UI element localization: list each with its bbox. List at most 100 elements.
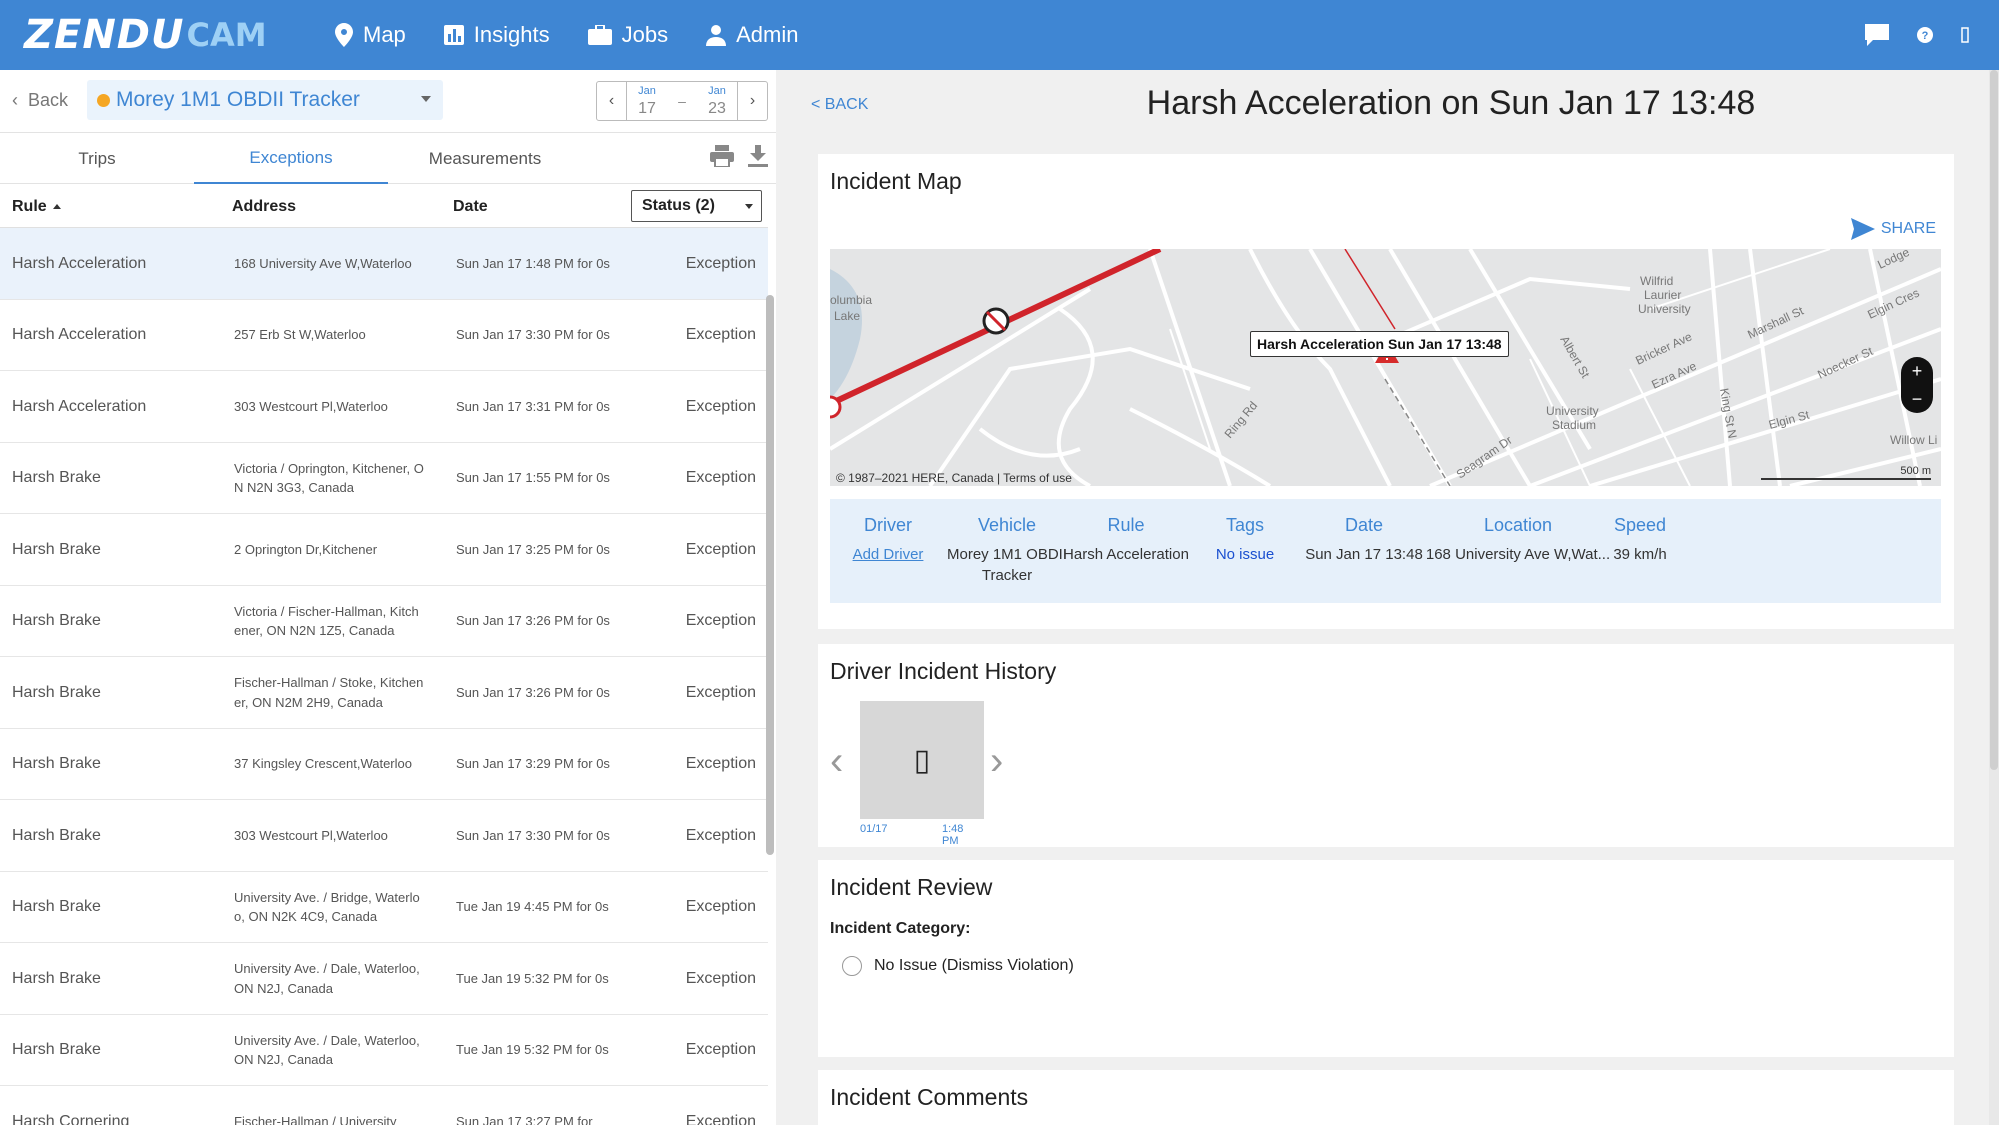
row-date: Sun Jan 17 3:26 PM for 0s	[456, 684, 610, 700]
row-status: Exception	[685, 683, 756, 701]
table-row[interactable]: Harsh Brake University Ave. / Bridge, Wat…	[0, 871, 768, 943]
row-status: Exception	[685, 969, 756, 987]
rule-header-label: Rule	[12, 198, 47, 215]
table-row[interactable]: Harsh Brake Victoria / Oprington, Kitchen…	[0, 442, 768, 514]
nav-item-admin[interactable]: Admin	[706, 22, 798, 48]
chevron-left-icon: ‹	[12, 90, 18, 110]
vehicle-name: Morey 1M1 OBDII Tracker	[116, 88, 360, 111]
date-prev-button[interactable]: ‹	[597, 82, 627, 120]
download-icon[interactable]	[748, 145, 768, 167]
zoom-out-button[interactable]: −	[1901, 385, 1933, 413]
table-row[interactable]: Harsh Cornering Fischer-Hallman / Univers…	[0, 1086, 768, 1125]
incident-map[interactable]: olumbia Lake Wilfrid Laurier University …	[830, 249, 1941, 486]
row-address: 2 Oprington Dr,Kitchener	[234, 541, 378, 557]
table-row[interactable]: Harsh Acceleration 168 University Ave W,W…	[0, 228, 768, 300]
row-status: Exception	[685, 898, 756, 915]
list-scrollbar[interactable]	[766, 295, 774, 855]
chevron-left-icon: ‹	[608, 92, 615, 109]
table-header: Rule Address Date Status (2)	[0, 184, 768, 228]
video-placeholder-icon: ▯	[913, 743, 931, 777]
help-icon[interactable]: ?	[1917, 27, 1933, 43]
no-issue-radio[interactable]	[842, 956, 862, 976]
info-label: Speed	[1613, 515, 1667, 535]
table-row[interactable]: Harsh Acceleration 303 Westcourt Pl,Water…	[0, 371, 768, 443]
row-rule: Harsh Brake	[12, 469, 101, 486]
column-header-rule[interactable]: Rule	[12, 198, 61, 216]
table-row[interactable]: Harsh Brake 303 Westcourt Pl,Waterloo Sun …	[0, 800, 768, 872]
tab-tools	[710, 145, 768, 167]
menu-icon[interactable]	[1961, 27, 1969, 43]
tab-measurements[interactable]: Measurements	[388, 133, 582, 184]
table-row[interactable]: Harsh Brake University Ave. / Dale, Water…	[0, 1014, 768, 1086]
chevron-left-icon[interactable]: ‹	[830, 739, 843, 784]
info-date: Date Sun Jan 17 13:48	[1284, 515, 1444, 565]
nav-item-map[interactable]: Map	[335, 22, 406, 48]
status-filter-dropdown[interactable]: Status (2)	[631, 190, 762, 222]
info-value: 39 km/h	[1613, 546, 1667, 563]
back-button[interactable]: ‹ Back	[12, 90, 68, 111]
row-status: Exception	[685, 326, 756, 343]
nav-item-jobs[interactable]: Jobs	[587, 22, 668, 48]
vehicle-toolbar: ‹ Back Morey 1M1 OBDII Tracker ‹ Jan 17 …	[0, 70, 776, 132]
table-row[interactable]: Harsh Brake 37 Kingsley Crescent,Waterloo…	[0, 728, 768, 800]
column-header-date[interactable]: Date	[453, 198, 488, 216]
date-next-button[interactable]: ›	[737, 82, 767, 120]
table-row[interactable]: Harsh Brake Victoria / Fischer-Hallman, K…	[0, 585, 768, 657]
map-label: Stadium	[1552, 418, 1596, 432]
table-row[interactable]: Harsh Brake 2 Oprington Dr,Kitchener Sun J…	[0, 514, 768, 586]
table-row[interactable]: Harsh Acceleration 257 Erb St W,Waterloo S…	[0, 299, 768, 371]
row-date: Sun Jan 17 1:48 PM for 0s	[456, 255, 610, 271]
map-copyright[interactable]: © 1987–2021 HERE, Canada | Terms of use	[836, 471, 1072, 485]
row-rule: Harsh Brake	[12, 898, 101, 915]
map-label: Wilfrid	[1640, 274, 1673, 288]
back-label: Back	[28, 90, 69, 110]
incident-category-label: Incident Category:	[830, 920, 971, 937]
exceptions-panel: ‹ Back Morey 1M1 OBDII Tracker ‹ Jan 17 …	[0, 70, 776, 1125]
info-label: Date	[1344, 515, 1384, 535]
row-date: Tue Jan 19 5:32 PM for 0s	[456, 970, 609, 986]
nav-item-label: Admin	[736, 22, 799, 47]
zenducam-logo[interactable]: ZENDU CAM	[24, 12, 267, 58]
chevron-right-icon[interactable]: ›	[990, 739, 1003, 784]
incident-comments-title: Incident Comments	[830, 1084, 1029, 1110]
row-date: Sun Jan 17 3:30 PM for 0s	[456, 827, 610, 843]
row-rule: Harsh Brake	[12, 540, 101, 558]
date-range-picker: ‹ Jan 17 – Jan 23 ›	[596, 81, 768, 121]
incident-thumbnail[interactable]: ▯	[860, 701, 984, 819]
table-row[interactable]: Harsh Brake Fischer-Hallman / Stoke, Kitc…	[0, 657, 768, 729]
tab-exceptions[interactable]: Exceptions	[194, 133, 388, 184]
row-rule: Harsh Brake	[12, 826, 101, 844]
detail-scrollbar-thumb[interactable]	[1990, 70, 1998, 770]
table-row[interactable]: Harsh Brake University Ave. / Dale, Water…	[0, 943, 768, 1015]
row-date: Sun Jan 17 3:29 PM for 0s	[456, 756, 610, 772]
date-from-month: Jan	[638, 84, 656, 97]
date-range-display[interactable]: Jan 17 – Jan 23	[627, 82, 737, 120]
logo-sub-text: CAM	[186, 16, 267, 54]
no-issue-label: No Issue (Dismiss Violation)	[874, 957, 1074, 974]
nav-item-insights[interactable]: Insights	[443, 22, 550, 48]
row-status: Exception	[685, 1112, 756, 1125]
info-speed: Speed 39 km/h	[1560, 515, 1720, 565]
zoom-in-button[interactable]: +	[1901, 357, 1933, 385]
page-title: Harsh Acceleration on Sun Jan 17 13:48	[1146, 84, 1756, 122]
print-icon[interactable]	[710, 145, 734, 167]
share-button[interactable]: SHARE	[1850, 218, 1936, 240]
no-issue-option[interactable]: No Issue (Dismiss Violation)	[842, 956, 1074, 976]
column-header-address[interactable]: Address	[232, 198, 296, 216]
row-address: 257 Erb St W,Waterloo	[234, 327, 366, 343]
map-label: Laurier	[1644, 288, 1681, 302]
row-status: Exception	[685, 254, 756, 272]
vehicle-select[interactable]: Morey 1M1 OBDII Tracker	[87, 80, 443, 120]
chat-icon[interactable]	[1865, 24, 1889, 46]
tab-trips[interactable]: Trips	[0, 133, 194, 184]
row-date: Tue Jan 19 5:32 PM for 0s	[456, 1042, 609, 1058]
row-address: Victoria / Fischer-Hallman, Kitchener, O…	[234, 603, 419, 639]
row-address: Fischer-Hallman / Stoke, Kitchener, ON N…	[234, 675, 424, 710]
map-label: Lake	[834, 309, 860, 323]
map-label: Willow Li	[1890, 433, 1937, 447]
map-incident-popup[interactable]: Harsh Acceleration Sun Jan 17 13:48	[1250, 331, 1509, 357]
date-from-day: 17	[638, 99, 656, 117]
top-nav: ZENDU CAM Map Insights Jobs Admin ?	[0, 0, 1999, 70]
detail-scrollbar[interactable]	[1989, 70, 1999, 1125]
row-status: Exception	[685, 1041, 756, 1058]
